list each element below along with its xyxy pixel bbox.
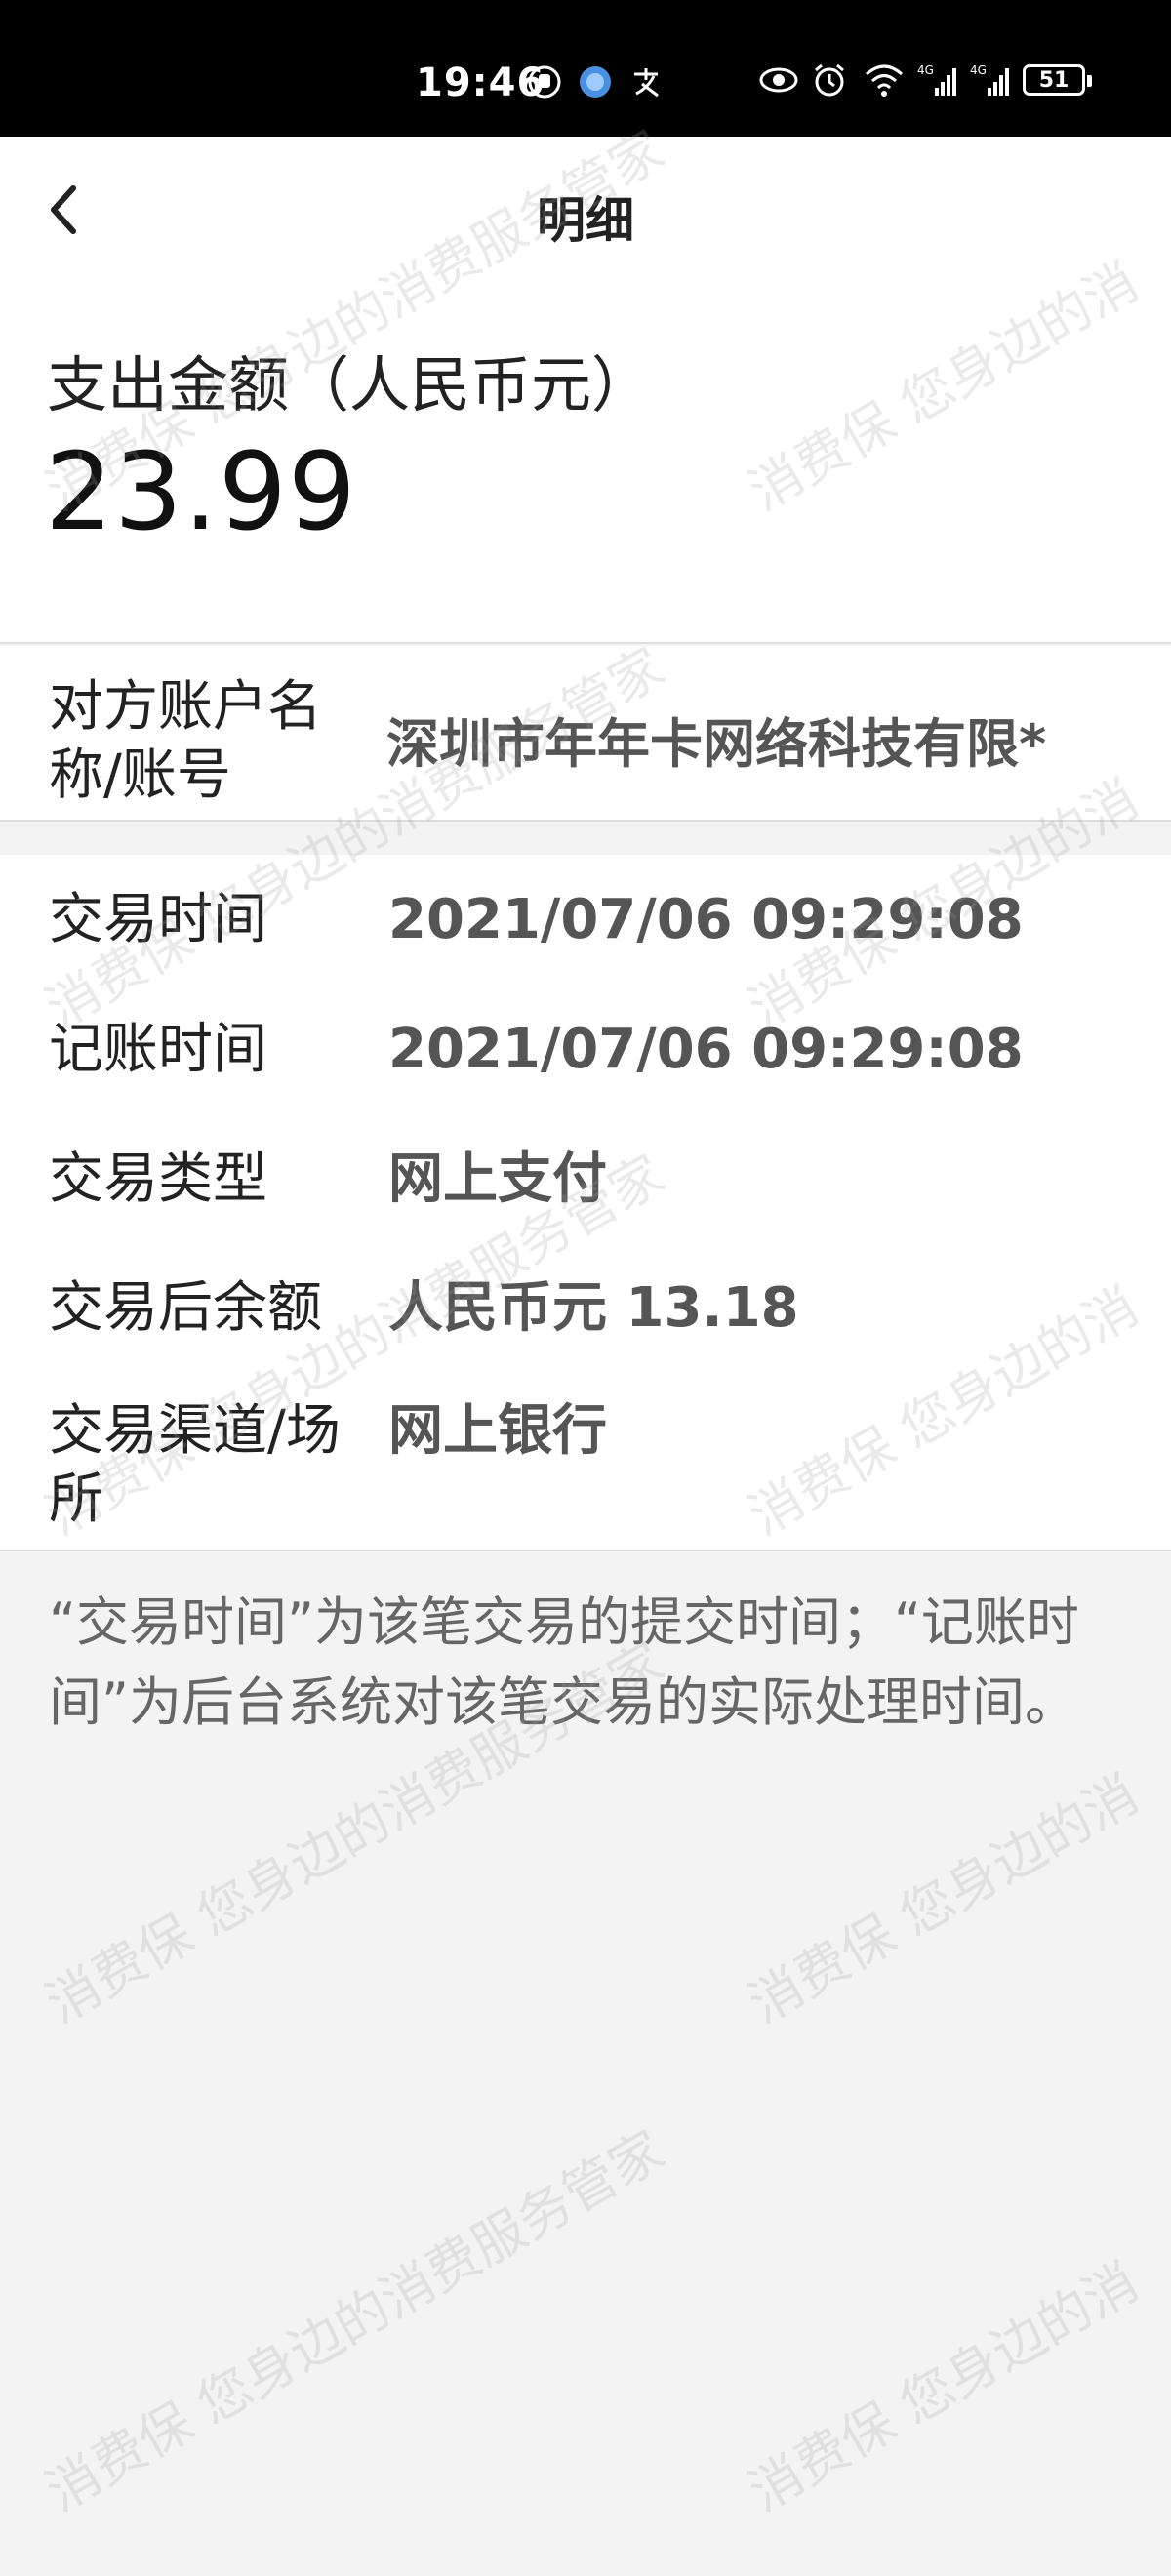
detail-value: 人民币元 13.18 (388, 1276, 799, 1340)
eye-icon (759, 62, 798, 98)
amount-section: 支出金额（人民币元） 23.99 (0, 283, 1171, 644)
watermark-text: 消费保 您身边的消 (738, 1762, 1149, 2035)
counterparty-row: 对方账户名称/账号 深圳市年年卡网络科技有限* (0, 646, 1171, 822)
alarm-icon (812, 62, 847, 98)
detail-label: 交易渠道/场所 (49, 1399, 341, 1531)
detail-label: 记账时间 (49, 1018, 267, 1081)
counterparty-label: 对方账户名称/账号 (49, 675, 322, 807)
transaction-details: 交易时间 2021/07/06 09:29:08 记账时间 2021/07/06… (0, 855, 1171, 1551)
page-title: 明细 (537, 192, 634, 249)
amount-value: 23.99 (45, 429, 357, 554)
nav-bar: 明细 (0, 137, 1171, 283)
status-bar: 19:46 4G 4G 51 (0, 0, 1171, 137)
svg-text:4G: 4G (970, 63, 987, 77)
hand-icon (527, 64, 562, 100)
detail-value: 网上银行 (388, 1399, 607, 1463)
amount-label: 支出金额（人民币元） (47, 349, 653, 421)
battery-indicator: 51 (1023, 64, 1092, 96)
status-right-icons: 4G 4G 51 (759, 62, 1092, 98)
detail-value: 网上支付 (388, 1147, 607, 1211)
signal-4g-icon: 4G (917, 62, 956, 98)
watermark-text: 消费保 您身边的消费服务管家 (35, 2118, 674, 2523)
browser-icon (578, 64, 613, 100)
detail-value: 2021/07/06 09:29:08 (388, 1018, 1024, 1081)
counterparty-value: 深圳市年年卡网络科技有限* (386, 713, 1047, 775)
detail-value: 2021/07/06 09:29:08 (388, 888, 1024, 951)
note-text: “交易时间”为该笔交易的提交时间；“记账时间”为后台系统对该笔交易的实际处理时间… (49, 1591, 1079, 1733)
svg-text:4G: 4G (917, 63, 934, 77)
alipay-icon (628, 64, 664, 100)
page: 19:46 4G 4G 51 明细 支出金额（人民币元） 23.99 对方账户名… (0, 0, 1171, 2576)
detail-label: 交易类型 (49, 1147, 267, 1211)
detail-label: 交易后余额 (49, 1276, 322, 1340)
battery-level: 51 (1038, 67, 1070, 93)
watermark-text: 消费保 您身边的消 (738, 2250, 1149, 2523)
signal-4g-icon: 4G (970, 62, 1009, 98)
status-left-icons (527, 64, 664, 100)
detail-label: 交易时间 (49, 888, 267, 951)
status-time: 19:46 (416, 60, 545, 105)
wifi-icon (865, 62, 903, 98)
